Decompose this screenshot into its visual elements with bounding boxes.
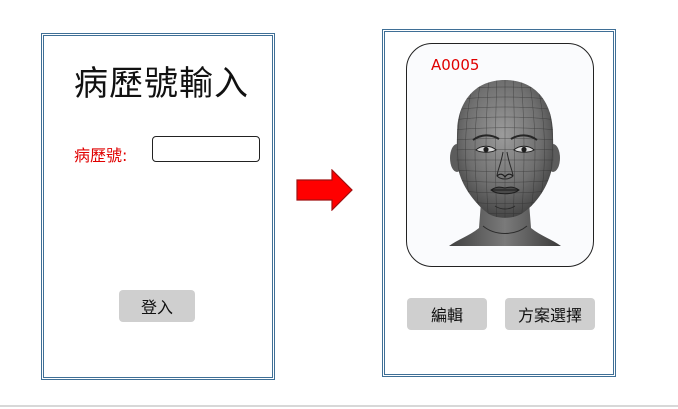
login-button[interactable]: 登入 [119,290,195,322]
page-title: 病歷號輸入 [74,64,249,104]
edit-button[interactable]: 編輯 [407,298,487,330]
right-arrow-icon [296,169,353,211]
page-divider [0,405,678,407]
plan-selection-button[interactable]: 方案選擇 [505,298,595,330]
medical-record-number-input[interactable] [152,136,260,162]
login-panel: 病歷號輸入 病歷號: 登入 [41,33,275,380]
patient-id: A0005 [431,56,480,74]
patient-model-card: A0005 [406,43,594,267]
medical-record-number-label: 病歷號: [74,146,128,165]
patient-panel: A0005 編輯 方案選擇 [382,29,616,377]
3d-face-model [449,80,561,246]
